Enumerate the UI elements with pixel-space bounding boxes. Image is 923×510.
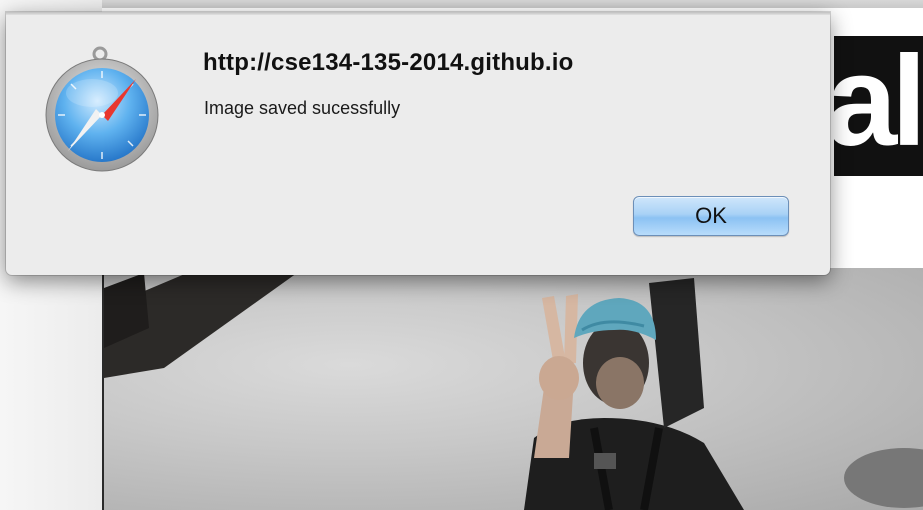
background-photo	[104, 268, 923, 510]
dialog-message: Image saved sucessfully	[204, 98, 401, 118]
dialog-top-edge	[6, 12, 830, 15]
banner-text: al	[826, 36, 923, 173]
dialog-title: http://cse134-135-2014.github.io	[203, 49, 574, 76]
page-banner: al	[820, 36, 923, 176]
window-top-strip	[0, 0, 923, 8]
safari-compass-icon	[44, 45, 164, 177]
alert-dialog: http://cse134-135-2014.github.io Image s…	[6, 12, 830, 275]
ok-button[interactable]: OK	[633, 196, 789, 236]
photo-illustration	[104, 268, 923, 510]
